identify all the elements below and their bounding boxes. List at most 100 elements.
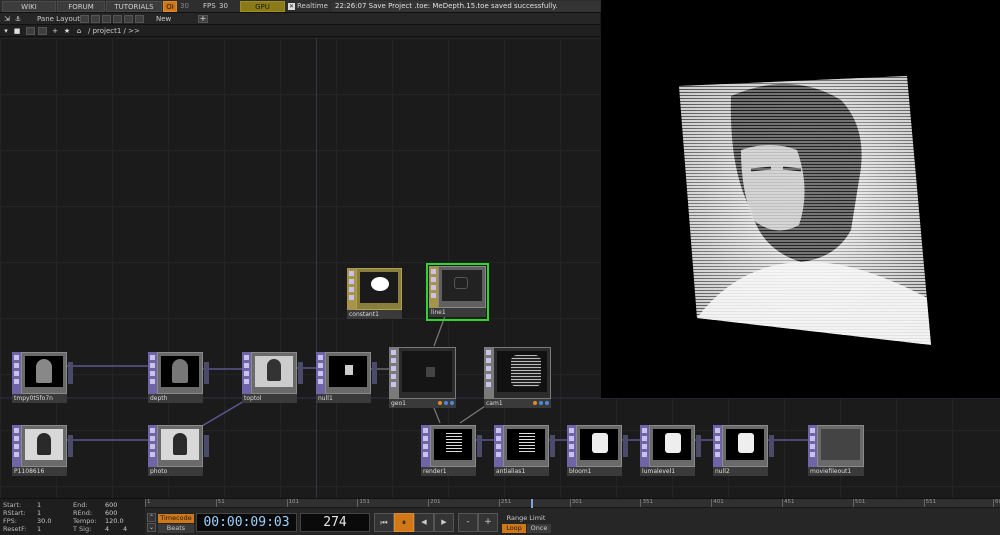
realtime-toggle[interactable]: ✕ Realtime [288, 1, 328, 12]
node-label: lumalevel1 [640, 467, 695, 476]
tsig-label: T Sig: [73, 525, 92, 533]
start-label: Start: [3, 501, 22, 509]
node-moviefileout1[interactable]: moviefileout1 [808, 425, 864, 477]
star-icon[interactable]: ★ [62, 26, 72, 36]
forum-button[interactable]: FORUM [57, 1, 105, 12]
menu-down-icon[interactable]: ▾ [1, 26, 11, 36]
tutorials-button[interactable]: TUTORIALS [106, 1, 162, 12]
timecode-display[interactable]: 00:00:09:03 [196, 513, 297, 532]
node-depth[interactable]: depth [148, 352, 209, 404]
tool-button-b[interactable] [38, 27, 47, 35]
node-label: depth [148, 394, 203, 403]
timecode-mode-button[interactable]: Timecode [158, 514, 194, 523]
node-cam1[interactable]: cam1 [484, 347, 551, 409]
zoom-in-button[interactable]: + [478, 513, 498, 532]
end-value[interactable]: 600 [105, 501, 117, 509]
timeline-bar: Start: 1 End: 600 RStart: 1 REnd: 600 FP… [0, 498, 1000, 535]
resetf-value[interactable]: 1 [37, 525, 41, 533]
zoom-out-button[interactable]: - [458, 513, 478, 532]
tsig-numerator[interactable]: 4 [105, 525, 109, 533]
node-label: render1 [421, 467, 476, 476]
node-label: null1 [316, 394, 371, 403]
resetf-label: ResetF: [3, 525, 27, 533]
tsig-denominator[interactable]: 4 [123, 525, 127, 533]
tool-button-a[interactable] [26, 27, 35, 35]
beats-mode-button[interactable]: Beats [158, 524, 194, 533]
timeline-expand-icon[interactable]: ⌃ [147, 513, 156, 522]
node-label: photo [148, 467, 203, 476]
node-line1[interactable]: line1 [426, 263, 489, 321]
node-constant1[interactable]: constant1 [347, 268, 402, 320]
render-viewer[interactable] [601, 0, 1000, 398]
status-message: 22:26:07 Save Project .toe: MeDepth.15.t… [332, 1, 600, 12]
anchor-icon[interactable]: ⚓ [13, 14, 23, 24]
ruler-tick: 151 [357, 499, 370, 507]
node-label: tmpy0t5fo7n [12, 394, 67, 403]
ruler-tick: 451 [782, 499, 795, 507]
rendered-portrait [679, 76, 931, 345]
layout-2-button[interactable] [91, 15, 100, 23]
node-bloom1[interactable]: bloom1 [567, 425, 628, 477]
step-forward-button[interactable]: ▶ [434, 513, 454, 532]
rewind-button[interactable]: ⏮ [374, 513, 394, 532]
pane-layout-label[interactable]: Pane Layout [37, 14, 81, 24]
realtime-checkbox-icon[interactable]: ✕ [288, 2, 295, 10]
node-null1[interactable]: null1 [316, 352, 377, 404]
loop-button[interactable]: Loop [502, 524, 526, 533]
ruler-tick: 101 [286, 499, 300, 507]
home-icon[interactable]: ⌂ [74, 26, 84, 36]
layout-5-button[interactable] [124, 15, 133, 23]
timeline-collapse-icon[interactable]: ⌄ [147, 523, 156, 532]
node-label: cam1 [484, 399, 551, 408]
node-photo[interactable]: photo [148, 425, 209, 477]
realtime-label: Realtime [297, 2, 328, 10]
layout-3-button[interactable] [102, 15, 111, 23]
layout-1-button[interactable] [80, 15, 89, 23]
add-layout-button[interactable]: + [198, 15, 208, 23]
ruler-tick: 301 [569, 499, 583, 507]
node-p1108616[interactable]: P1108616 [12, 425, 73, 477]
node-geo1[interactable]: geo1 [389, 347, 456, 409]
layout-4-button[interactable] [113, 15, 122, 23]
tempo-label: Tempo: [73, 517, 97, 525]
rstart-value[interactable]: 1 [37, 509, 41, 517]
pause-button[interactable]: ⏸ [394, 513, 414, 532]
pane-bar: ⇲ ⚓ Pane Layout New Layout + [0, 13, 600, 33]
node-label: line1 [429, 308, 486, 317]
rend-value[interactable]: 600 [105, 509, 117, 517]
fps-label: FPS: [3, 517, 17, 525]
step-back-button[interactable]: ◀ [414, 513, 434, 532]
ruler-tick: 251 [498, 499, 512, 507]
wiki-button[interactable]: WIKI [2, 1, 56, 12]
timeline-ruler[interactable]: 151101151201251301351401451501551600 [145, 499, 1000, 508]
tempo-value[interactable]: 120.0 [105, 517, 124, 525]
fps-label: FPS [203, 2, 216, 10]
playhead[interactable] [531, 499, 534, 508]
add-icon[interactable]: + [50, 26, 60, 36]
node-lumalevel1[interactable]: lumalevel1 [640, 425, 701, 477]
fps-value[interactable]: 30.0 [37, 517, 51, 525]
stop-icon[interactable]: ■ [12, 26, 22, 36]
split-pane-icon[interactable]: ⇲ [2, 14, 12, 24]
node-antialias1[interactable]: antialias1 [494, 425, 555, 477]
node-render1[interactable]: render1 [421, 425, 482, 477]
node-label: geo1 [389, 399, 456, 408]
node-label: constant1 [347, 310, 402, 319]
node-tmpy[interactable]: tmpy0t5fo7n [12, 352, 73, 404]
network-path[interactable]: / project1 / >> [88, 26, 168, 36]
node-label: bloom1 [567, 467, 622, 476]
ruler-tick: 401 [711, 499, 724, 507]
layout-6-button[interactable] [135, 15, 144, 23]
node-toptol[interactable]: toptol [242, 352, 303, 404]
ruler-tick: 351 [640, 499, 653, 507]
oi-toggle[interactable]: OI [163, 1, 177, 12]
rend-label: REnd: [73, 509, 93, 517]
once-button[interactable]: Once [527, 524, 551, 533]
node-label: antialias1 [494, 467, 549, 476]
gpu-indicator[interactable]: GPU [240, 1, 285, 12]
node-null2[interactable]: null2 [713, 425, 774, 477]
new-layout-label[interactable]: New Layout [156, 14, 196, 33]
ruler-tick: 501 [852, 499, 866, 507]
start-value[interactable]: 1 [37, 501, 41, 509]
frame-display[interactable]: 274 [300, 513, 370, 532]
